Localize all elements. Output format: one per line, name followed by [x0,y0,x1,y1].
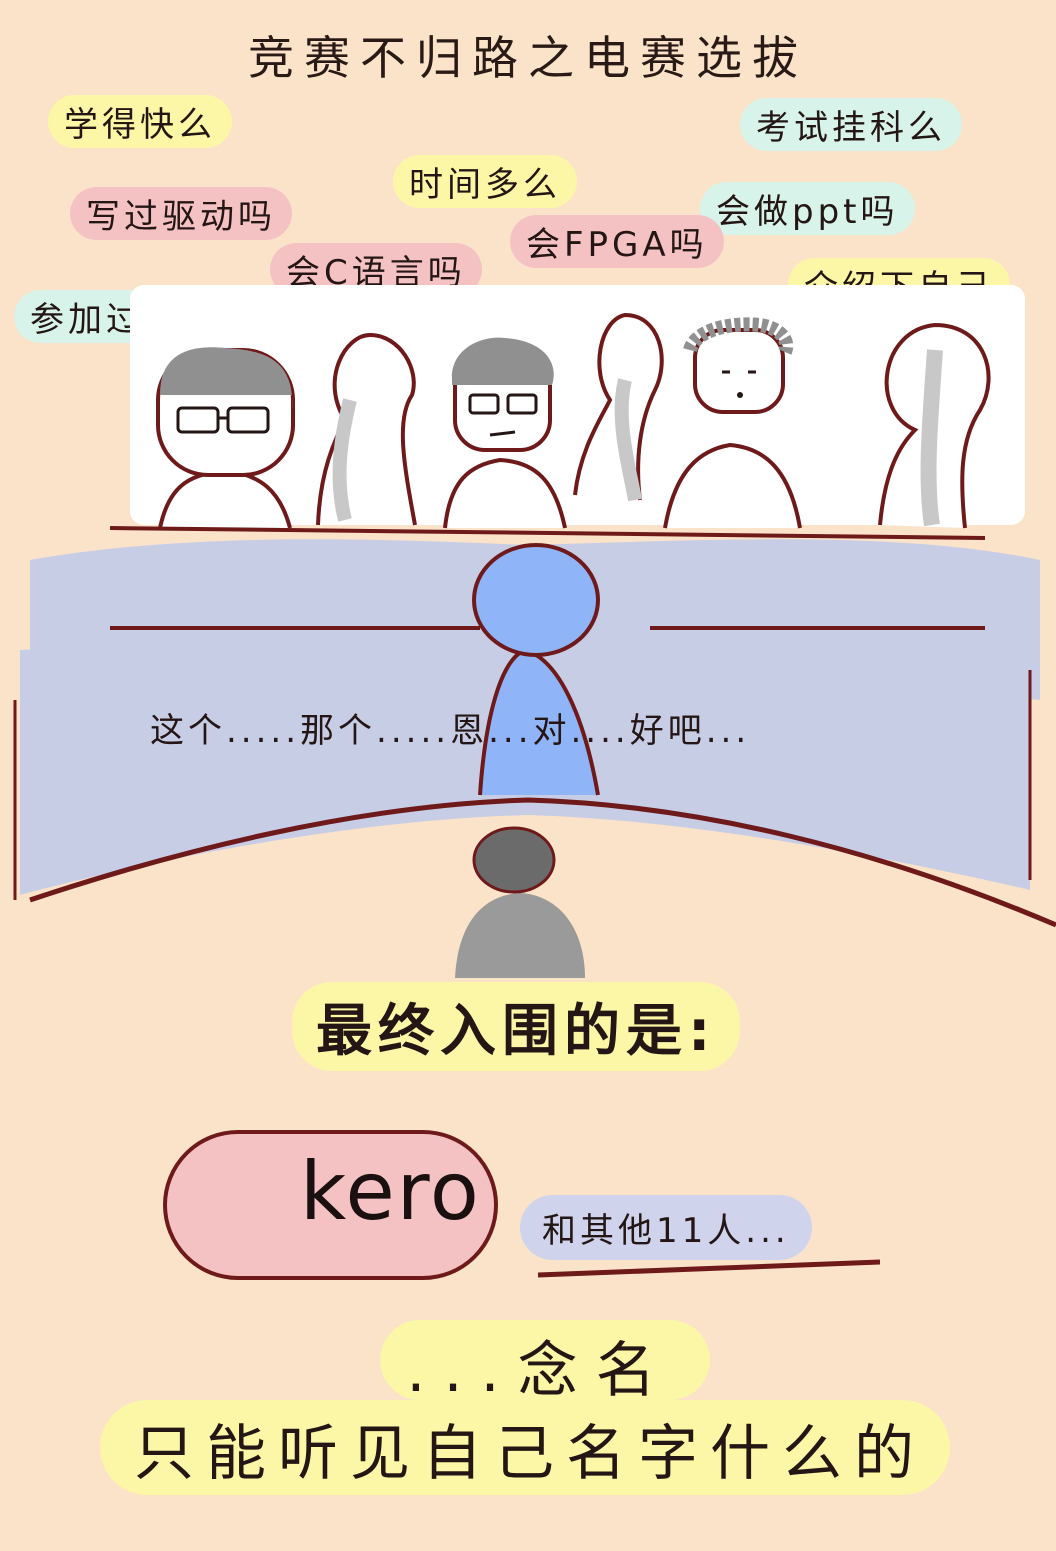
interview-scene [13,312,1056,1278]
viewer-figure [455,826,585,978]
judge-silhouette-1 [316,332,417,526]
judge-frowning [443,337,567,529]
judge-curly-hair [663,317,802,529]
other-candidates: 和其他11人... [520,1195,812,1260]
judge-with-glasses [156,347,295,529]
candidate-speech: 这个.....那个.....恩...对....好吧... [150,711,751,751]
judge-silhouette-3 [878,322,991,529]
kero-name: kero [300,1145,481,1238]
others-underline [537,1259,881,1278]
result-heading: 最终入围的是: [292,982,741,1071]
judge-silhouette-2 [573,312,664,502]
conclusion-text: 只能听见自己名字什么的 [134,1419,926,1489]
